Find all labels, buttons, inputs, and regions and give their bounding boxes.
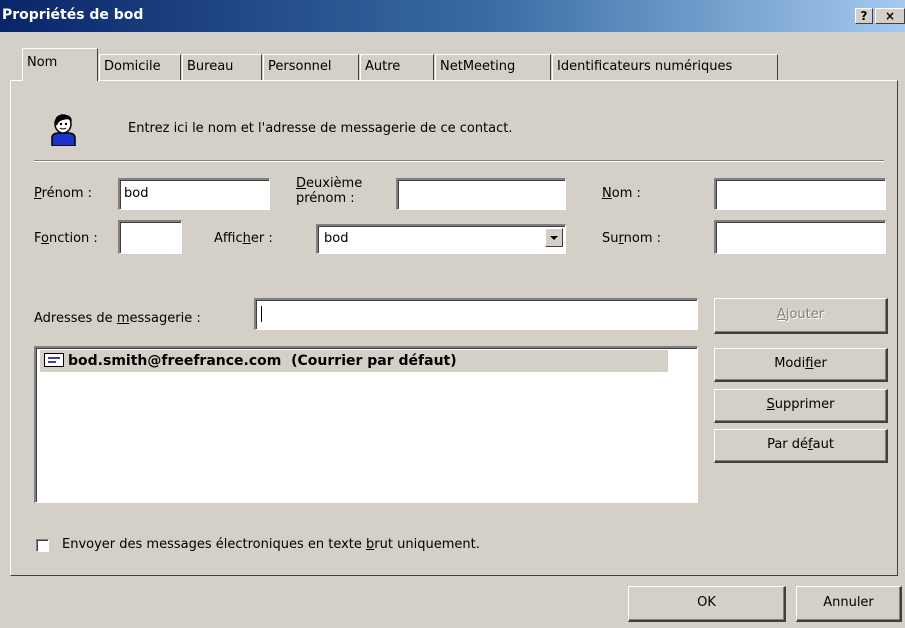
separator (34, 160, 884, 162)
envelope-icon (44, 352, 64, 367)
par-defaut-button[interactable]: Par défaut (714, 429, 888, 463)
title-bar[interactable]: Propriétés de bod ? × (0, 0, 905, 32)
tab-label: Personnel (268, 59, 332, 74)
tab-autre[interactable]: Autre (360, 54, 434, 80)
deuxieme-prenom-label: Deuxième prénom : (296, 176, 363, 206)
tab-label: Autre (365, 59, 401, 74)
adresses-input[interactable] (254, 298, 698, 330)
adresses-label: Adresses de messagerie : (34, 311, 201, 326)
tab-label: Nom (27, 55, 58, 70)
plain-text-label: Envoyer des messages électroniques en te… (62, 537, 480, 552)
fonction-label: Fonction : (34, 231, 98, 246)
afficher-select[interactable]: bod (316, 224, 566, 254)
text-cursor (261, 306, 262, 322)
tab-netmeeting[interactable]: NetMeeting (435, 54, 551, 80)
tab-domicile[interactable]: Domicile (99, 54, 181, 80)
surnom-label: Surnom : (602, 231, 661, 246)
list-item[interactable]: bod.smith@freefrance.com (Courrier par d… (40, 350, 668, 372)
ok-button[interactable]: OK (628, 586, 786, 622)
tab-label: Domicile (104, 59, 161, 74)
dropdown-button[interactable] (545, 228, 563, 247)
email-address: bod.smith@freefrance.com (68, 353, 282, 369)
tab-label: NetMeeting (440, 59, 516, 74)
tab-personnel[interactable]: Personnel (263, 54, 359, 80)
close-button[interactable]: × (875, 8, 905, 24)
intro-text: Entrez ici le nom et l'adresse de messag… (128, 121, 513, 136)
tab-bureau[interactable]: Bureau (182, 54, 262, 80)
tab-nom[interactable]: Nom (22, 48, 98, 81)
afficher-label: Afficher : (214, 231, 273, 246)
modifier-button[interactable]: Modifier (714, 348, 888, 382)
surnom-field[interactable] (714, 220, 886, 254)
tab-identificateurs[interactable]: Identificateurs numériques (552, 54, 778, 80)
prenom-label: Prénom : (34, 186, 93, 201)
prenom-value: bod (124, 186, 149, 201)
deuxieme-prenom-field[interactable] (396, 178, 566, 210)
plain-text-checkbox[interactable] (36, 539, 49, 552)
cancel-button[interactable]: Annuler (796, 586, 902, 622)
close-icon: × (884, 9, 896, 23)
prenom-field[interactable]: bod (118, 178, 270, 210)
nom-field[interactable] (714, 178, 886, 210)
chevron-down-icon (550, 236, 558, 240)
supprimer-button[interactable]: Supprimer (714, 389, 888, 423)
help-button[interactable]: ? (855, 8, 873, 24)
email-note: (Courrier par défaut) (291, 353, 457, 369)
afficher-value: bod (324, 231, 349, 246)
tab-label: Identificateurs numériques (557, 59, 733, 74)
ajouter-button[interactable]: Ajouter (714, 298, 888, 334)
window-title: Propriétés de bod (2, 7, 144, 23)
email-list[interactable]: bod.smith@freefrance.com (Courrier par d… (34, 346, 698, 503)
person-icon (46, 112, 80, 147)
tab-label: Bureau (187, 59, 234, 74)
fonction-field[interactable] (118, 220, 182, 254)
nom-label: Nom : (602, 186, 641, 201)
